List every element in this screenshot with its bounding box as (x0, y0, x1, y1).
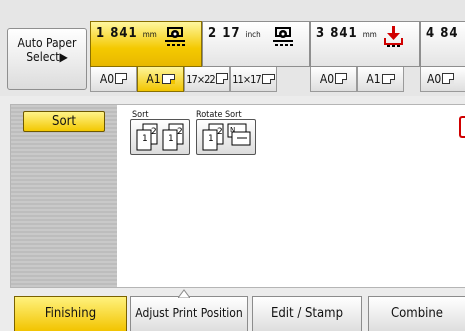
page-portrait-icon (115, 73, 128, 84)
size-a0-button-2[interactable]: A0 (310, 67, 357, 92)
svg-text:2: 2 (151, 127, 157, 137)
rotate-sort-icon: 21 N (202, 123, 251, 151)
size-11x17-button[interactable]: 11×17 (230, 67, 277, 92)
auto-paper-select-button[interactable]: Auto Paper Select▶ (7, 28, 87, 90)
size-a0-button-3[interactable]: A0 (420, 67, 465, 92)
finishing-category-list (11, 105, 117, 287)
staple-position-icon[interactable] (459, 116, 465, 138)
sort-button[interactable]: 21 21 (130, 119, 190, 155)
roll-paper-icon (273, 27, 293, 46)
svg-text:1: 1 (168, 134, 174, 144)
page-portrait-icon (442, 73, 455, 84)
rotate-sort-button[interactable]: 21 N (196, 119, 256, 155)
size-a1-button-2[interactable]: A1 (357, 67, 404, 92)
tab-adjust-print-position[interactable]: Adjust Print Position (130, 296, 248, 331)
tab-edit-stamp[interactable]: Edit / Stamp (252, 296, 362, 331)
svg-text:N: N (230, 126, 235, 134)
page-landscape-icon (161, 74, 175, 84)
size-label: A0 (319, 72, 335, 86)
roll-2-label: 2 17 inch (208, 26, 261, 41)
sort-category-tab[interactable]: Sort (23, 111, 105, 132)
auto-paper-select-label: Select▶ (26, 50, 68, 64)
svg-text:2: 2 (177, 127, 183, 137)
page-landscape-icon (381, 74, 395, 84)
svg-text:1: 1 (142, 134, 148, 144)
roll-4-label: 4 84 (426, 26, 459, 41)
page-portrait-icon (335, 73, 348, 84)
size-label: A1 (366, 72, 381, 86)
size-label: A0 (427, 72, 442, 86)
sort-icon: 21 21 (136, 123, 184, 151)
size-a0-button-1[interactable]: A0 (90, 67, 137, 92)
roll-4-button[interactable]: 4 84 (420, 21, 465, 67)
size-label: 17×22 (186, 73, 216, 86)
roll-2-button[interactable]: 2 17 inch (202, 21, 310, 67)
selected-tab-pointer-icon (178, 289, 190, 298)
roll-3-label: 3 841 mm (316, 26, 377, 41)
svg-text:1: 1 (208, 134, 214, 144)
size-label: A1 (146, 72, 161, 86)
tray-feed-icon (384, 26, 403, 47)
page-landscape-icon (261, 74, 275, 84)
size-17x22-button[interactable]: 17×22 (184, 67, 230, 92)
size-label: A0 (99, 72, 115, 86)
page-portrait-icon (215, 73, 228, 84)
roll-1-label: 1 841 mm (96, 26, 157, 41)
roll-paper-icon (165, 27, 185, 46)
roll-3-button[interactable]: 3 841 mm (310, 21, 420, 67)
svg-text:2: 2 (217, 127, 223, 137)
size-a1-button-1[interactable]: A1 (137, 67, 184, 92)
size-label: 11×17 (232, 73, 262, 86)
roll-1-button[interactable]: 1 841 mm (90, 21, 202, 67)
auto-paper-label: Auto Paper (17, 36, 77, 50)
tab-combine[interactable]: Combine (368, 296, 465, 331)
tab-finishing[interactable]: Finishing (14, 296, 127, 331)
